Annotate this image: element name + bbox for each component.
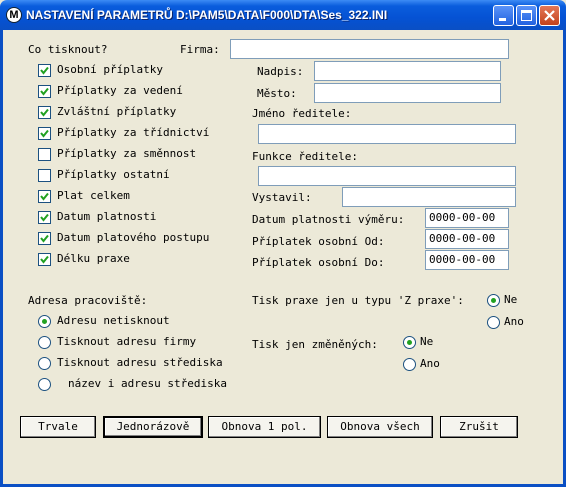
close-button[interactable] — [539, 5, 560, 26]
checkbox[interactable] — [38, 127, 51, 140]
checkbox[interactable] — [38, 85, 51, 98]
checkbox-label: Příplatky za vedení — [57, 84, 183, 97]
checkbox-label: Délku praxe — [57, 252, 130, 265]
checkbox-label: Datum platového postupu — [57, 231, 210, 244]
radio-label: Adresu netisknout — [57, 314, 170, 327]
check-icon — [40, 255, 49, 264]
checkbox-label: Plat celkem — [57, 189, 130, 202]
maximize-icon — [521, 10, 532, 21]
mesto-label: Město: — [257, 87, 297, 100]
maximize-button[interactable] — [516, 5, 537, 26]
checkbox[interactable] — [38, 148, 51, 161]
checkbox[interactable] — [38, 169, 51, 182]
checkbox[interactable] — [38, 190, 51, 203]
checkbox[interactable] — [38, 106, 51, 119]
firma-input[interactable] — [230, 39, 509, 59]
check-icon — [40, 108, 49, 117]
tisk-praxe-label: Tisk praxe jen u typu 'Z praxe': — [252, 294, 464, 307]
minimize-icon — [499, 18, 506, 21]
radio-label: Tisknout adresu firmy — [57, 335, 197, 348]
zrusit-button[interactable]: Zrušit — [440, 416, 518, 438]
minimize-button[interactable] — [493, 5, 514, 26]
radio-dot — [407, 340, 412, 345]
checkbox-label: Příplatky ostatní — [57, 168, 170, 181]
window-border-left — [0, 30, 3, 487]
close-icon — [544, 10, 555, 21]
checkbox-label: Příplatky za směnnost — [57, 147, 197, 160]
window-title: NASTAVENÍ PARAMETRŮ D:\PAM5\DATA\F000\DT… — [26, 8, 388, 22]
trvale-button[interactable]: Trvale — [20, 416, 96, 438]
check-icon — [40, 213, 49, 222]
mesto-input[interactable] — [314, 83, 501, 103]
funkce-reditele-label: Funkce ředitele: — [252, 150, 358, 163]
radio-button[interactable] — [38, 357, 51, 370]
checkbox[interactable] — [38, 64, 51, 77]
radio-label: Tisknout adresu střediska — [57, 356, 223, 369]
radio-dot — [42, 319, 47, 324]
radio-button[interactable] — [38, 378, 51, 391]
check-icon — [40, 234, 49, 243]
priplatek-od-input[interactable]: 0000-00-00 — [425, 229, 509, 249]
obnova-vsech-button[interactable]: Obnova všech — [327, 416, 433, 438]
check-icon — [40, 129, 49, 138]
adresa-label: Adresa pracoviště: — [28, 294, 148, 307]
checkbox[interactable] — [38, 211, 51, 224]
radio-button[interactable] — [487, 316, 500, 329]
radio-label: Ne — [420, 335, 434, 348]
priplatek-od-label: Příplatek osobní Od: — [252, 235, 385, 248]
priplatek-do-input[interactable]: 0000-00-00 — [425, 250, 509, 270]
obnova-pol-button[interactable]: Obnova 1 pol. — [208, 416, 321, 438]
datum-platnosti-vymeru-label: Datum platnosti výměru: — [252, 213, 405, 226]
funkce-reditele-input[interactable] — [258, 166, 516, 186]
co-tisknout-label: Co tisknout? — [28, 43, 108, 56]
radio-label: název i adresu střediska — [68, 377, 227, 390]
nadpis-input[interactable] — [314, 61, 501, 81]
check-icon — [40, 192, 49, 201]
radio-button[interactable] — [403, 336, 416, 349]
vystavil-input[interactable] — [342, 187, 516, 207]
firma-label: Firma: — [180, 43, 220, 56]
radio-label: Ne — [504, 293, 518, 306]
title-bar[interactable]: M NASTAVENÍ PARAMETRŮ D:\PAM5\DATA\F000\… — [0, 0, 566, 30]
radio-label: Ano — [504, 315, 524, 328]
datum-platnosti-vymeru-input[interactable]: 0000-00-00 — [425, 208, 509, 228]
radio-button[interactable] — [487, 294, 500, 307]
checkbox-label: Osobní příplatky — [57, 63, 163, 76]
radio-button[interactable] — [38, 336, 51, 349]
checkbox-label: Příplatky za třídnictví — [57, 126, 210, 139]
check-icon — [40, 66, 49, 75]
radio-label: Ano — [420, 357, 440, 370]
radio-dot — [491, 298, 496, 303]
checkbox-label: Datum platnosti — [57, 210, 157, 223]
app-icon: M — [6, 7, 22, 23]
radio-button[interactable] — [403, 358, 416, 371]
checkbox[interactable] — [38, 232, 51, 245]
checkbox-label: Zvláštní příplatky — [57, 105, 177, 118]
jmeno-reditele-label: Jméno ředitele: — [252, 107, 352, 120]
check-icon — [40, 87, 49, 96]
vystavil-label: Vystavil: — [252, 191, 312, 204]
jednorazove-button[interactable]: Jednorázově — [103, 416, 203, 438]
priplatek-do-label: Příplatek osobní Do: — [252, 256, 385, 269]
radio-button[interactable] — [38, 315, 51, 328]
checkbox[interactable] — [38, 253, 51, 266]
jmeno-reditele-input[interactable] — [258, 124, 516, 144]
nadpis-label: Nadpis: — [257, 65, 304, 78]
tisk-zmenenych-label: Tisk jen změněných: — [252, 338, 378, 351]
